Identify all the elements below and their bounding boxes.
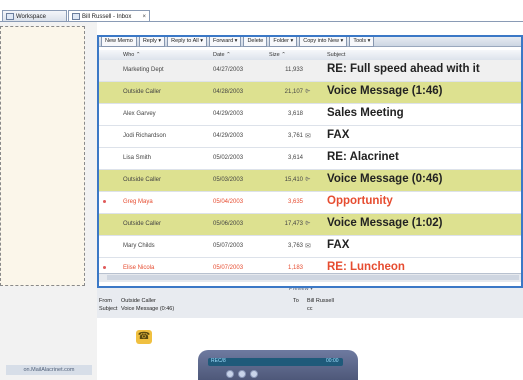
toolbar-button[interactable]: Delete bbox=[243, 35, 268, 47]
subject: Opportunity bbox=[327, 195, 393, 207]
close-icon[interactable]: × bbox=[142, 14, 146, 20]
play-button[interactable] bbox=[226, 370, 234, 378]
message-row[interactable]: Outside Caller 05/03/2003 15,410 ⌱ Voice Mes… bbox=[97, 170, 523, 192]
to-value: Bill Russell bbox=[307, 298, 334, 304]
date: 04/29/2003 bbox=[213, 133, 244, 139]
column-date[interactable]: Date ⌃ bbox=[213, 52, 231, 58]
stop-button[interactable] bbox=[250, 370, 258, 378]
date: 04/27/2003 bbox=[213, 67, 244, 73]
date: 05/06/2003 bbox=[213, 221, 244, 227]
column-subject[interactable]: Subject bbox=[327, 52, 345, 58]
inbox-view: New Memo Reply ▾ Reply to All ▾ Forward ▾ De… bbox=[97, 22, 523, 292]
size: 17,473 bbox=[284, 221, 303, 227]
date: 05/02/2003 bbox=[213, 155, 244, 161]
message-row[interactable]: Outside Caller 04/28/2003 21,107 ⌱ Voice Mes… bbox=[97, 82, 523, 104]
player-right-label: 00:00 bbox=[326, 358, 339, 364]
sender: Outside Caller bbox=[123, 221, 162, 227]
voice-player: REC/8 00:00 bbox=[198, 350, 358, 380]
subject: Voice Message (0:46) bbox=[327, 173, 443, 185]
player-left-label: REC/8 bbox=[211, 358, 226, 364]
toolbar-button[interactable]: Forward ▾ bbox=[208, 35, 242, 47]
pause-button[interactable] bbox=[238, 370, 246, 378]
size: 3,763 bbox=[287, 243, 303, 249]
date: 04/28/2003 bbox=[213, 89, 244, 95]
size: 1,183 bbox=[287, 265, 303, 271]
message-row[interactable]: Mary Childs 05/07/2003 3,763 ✉ FAX bbox=[97, 236, 523, 258]
subject: Voice Message (1:46) bbox=[327, 85, 443, 97]
date: 05/07/2003 bbox=[213, 243, 244, 249]
attachment-icon: ⌱ bbox=[305, 176, 311, 183]
workspace-icon bbox=[6, 13, 14, 20]
message-row[interactable]: Outside Caller 05/06/2003 17,473 ⌱ Voice Mes… bbox=[97, 214, 523, 236]
subject: RE: Alacrinet bbox=[327, 151, 399, 163]
unread-dot-icon bbox=[103, 200, 106, 203]
tab-strip: Workspace Bill Russell - Inbox × bbox=[0, 0, 523, 22]
player-display bbox=[208, 358, 343, 366]
column-size[interactable]: Size ⌃ bbox=[269, 52, 286, 58]
highlight-frame-bottom bbox=[97, 286, 523, 288]
attachment-icon: ✉ bbox=[305, 133, 311, 140]
message-row[interactable]: Alex Garvey 04/29/2003 3,618 Sales Meeting bbox=[97, 104, 523, 126]
horizontal-scrollbar[interactable] bbox=[97, 273, 523, 282]
toolbar-button[interactable]: Reply to All ▾ bbox=[167, 35, 207, 47]
attachment-icon: ✉ bbox=[305, 243, 311, 250]
date: 05/07/2003 bbox=[213, 265, 244, 271]
size: 3,635 bbox=[287, 199, 303, 205]
size: 11,933 bbox=[285, 67, 303, 73]
tab-label: Workspace bbox=[16, 13, 46, 20]
from-value: Outside Caller bbox=[121, 298, 156, 304]
size: 3,761 bbox=[287, 133, 303, 139]
message-row[interactable]: Marketing Dept 04/27/2003 11,933 RE: Full s… bbox=[97, 60, 523, 82]
subject-value: Voice Message (0:46) bbox=[121, 306, 175, 312]
to-label: To bbox=[293, 298, 299, 304]
phone-icon[interactable]: ☎ bbox=[136, 330, 152, 344]
subject: Voice Message (1:02) bbox=[327, 217, 443, 229]
footer-url[interactable]: on.MailAlacrinet.com bbox=[6, 365, 92, 375]
toolbar-button[interactable]: Copy into New ▾ bbox=[299, 35, 348, 47]
highlight-frame-left bbox=[97, 35, 99, 288]
sender: Alex Garvey bbox=[123, 111, 156, 117]
sender: Outside Caller bbox=[123, 177, 162, 183]
message-row[interactable]: Greg Maya 05/04/2003 3,635 Opportunity bbox=[97, 192, 523, 214]
size: 21,107 bbox=[284, 89, 303, 95]
subject: RE: Full speed ahead with it bbox=[327, 63, 480, 75]
toolbar-button[interactable]: Reply ▾ bbox=[138, 35, 166, 47]
subject: Sales Meeting bbox=[327, 107, 404, 119]
from-label: From bbox=[99, 298, 112, 304]
attachment-icon: ⌱ bbox=[305, 220, 311, 227]
scrollbar-thumb[interactable] bbox=[107, 275, 519, 280]
column-who[interactable]: Who ⌃ bbox=[123, 52, 140, 58]
inbox-icon bbox=[72, 13, 80, 20]
sender: Elise Nicola bbox=[123, 265, 155, 271]
sender: Jodi Richardson bbox=[123, 133, 167, 139]
subject: RE: Luncheon bbox=[327, 261, 405, 273]
subject: FAX bbox=[327, 239, 350, 251]
toolbar-button[interactable]: Tools ▾ bbox=[349, 35, 375, 47]
sender: Lisa Smith bbox=[123, 155, 152, 161]
size: 3,618 bbox=[287, 111, 303, 117]
tab-label: Bill Russell - Inbox bbox=[82, 13, 132, 20]
message-row[interactable]: Jodi Richardson 04/29/2003 3,761 ✉ FAX bbox=[97, 126, 523, 148]
highlight-frame-top bbox=[97, 35, 523, 37]
sender: Mary Childs bbox=[123, 243, 155, 249]
size: 15,410 bbox=[284, 177, 303, 183]
message-list: Marketing Dept 04/27/2003 11,933 RE: Full s… bbox=[97, 60, 523, 280]
subject: FAX bbox=[327, 129, 350, 141]
callout-box bbox=[0, 26, 85, 286]
unread-dot-icon bbox=[103, 266, 106, 269]
sender: Greg Maya bbox=[123, 199, 153, 205]
cc-label: cc bbox=[307, 306, 313, 312]
preview-pane: Preview ▾ From Outside Caller Subject Vo… bbox=[97, 286, 523, 318]
toolbar-button[interactable]: New Memo bbox=[101, 35, 137, 47]
date: 04/29/2003 bbox=[213, 111, 244, 117]
message-row[interactable]: Lisa Smith 05/02/2003 3,614 RE: Alacrinet bbox=[97, 148, 523, 170]
sender: Outside Caller bbox=[123, 89, 162, 95]
attachment-icon: ⌱ bbox=[305, 88, 311, 95]
subject-label: Subject bbox=[99, 306, 118, 312]
sender: Marketing Dept bbox=[123, 67, 164, 73]
size: 3,614 bbox=[287, 155, 303, 161]
toolbar-button[interactable]: Folder ▾ bbox=[269, 35, 298, 47]
date: 05/04/2003 bbox=[213, 199, 244, 205]
date: 05/03/2003 bbox=[213, 177, 244, 183]
